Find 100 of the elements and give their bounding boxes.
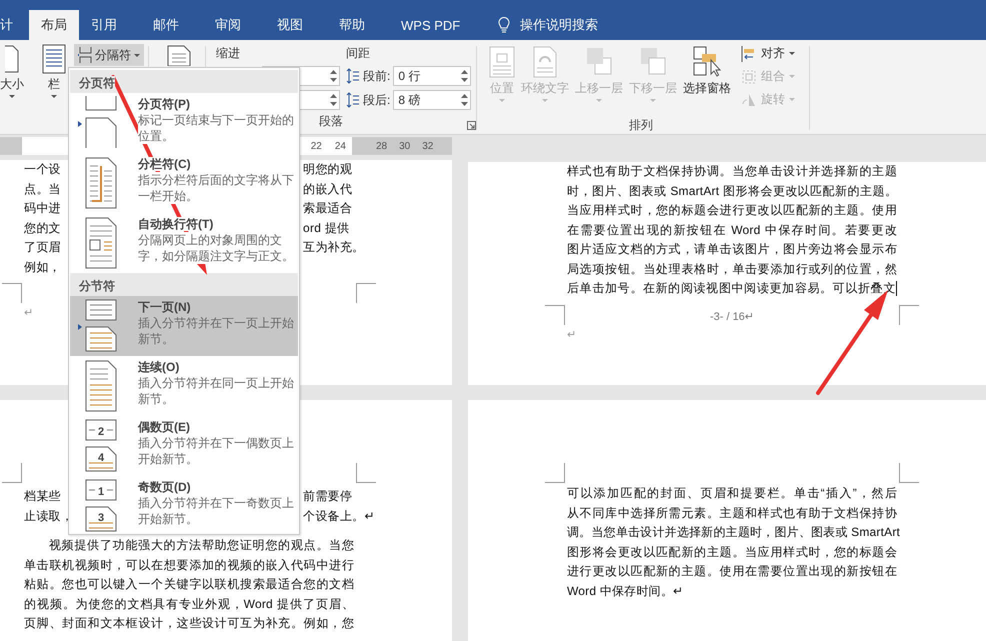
- body-text: 进行更改以匹配新的主题。使用在需要位置出现的新按钮在: [567, 563, 897, 580]
- menu-item[interactable]: 2 4 偶数页(E) 插入分节符并在下一偶数页上 开始新节。: [70, 416, 298, 476]
- body-text: 样式也有助于文档保持协调。当您单击设计并选择新的主题: [567, 163, 897, 180]
- body-text: 您的文: [24, 220, 61, 236]
- corner-mark: [899, 463, 919, 483]
- paragraph-mark: ↵: [567, 328, 576, 340]
- dialog-launcher-icon[interactable]: [467, 121, 476, 130]
- corner-mark: [2, 463, 22, 483]
- body-text: 在需要位置出现的新按钮在 Word 中保存时间。若要更改: [567, 222, 897, 238]
- menu-item-description: 插入分节符并在下一奇数页上: [138, 495, 294, 511]
- menu-item-title: 偶数页(E): [138, 420, 190, 434]
- menu-item-title: 下一页(N): [138, 300, 191, 314]
- menu-item-title: 分栏符(C): [138, 157, 191, 171]
- ribbon-tab[interactable]: 审阅: [203, 10, 253, 40]
- group-icon: [741, 68, 757, 84]
- menu-item[interactable]: 分栏符(C) 指示分栏符后面的文字将从下 一栏开始。: [70, 153, 298, 213]
- page-number-footer: -3- / 16↵: [565, 304, 899, 322]
- spacing-icon: [346, 68, 360, 84]
- spinner-arrows-icon[interactable]: [330, 69, 337, 83]
- corner-mark: [356, 463, 376, 483]
- ruler-number: 28: [376, 140, 388, 152]
- menu-item[interactable]: 分页符(P) 标记一页结束与下一页开始的 位置。: [70, 93, 298, 153]
- body-text: 码中进: [24, 200, 61, 217]
- field-label: 段前:: [363, 68, 390, 84]
- menu-item-title: 分页符(P): [138, 97, 190, 111]
- corner-mark: [2, 283, 22, 303]
- menu-item-description: 指示分栏符后面的文字将从下: [138, 172, 294, 188]
- arrange-button[interactable]: 选择窗格: [681, 42, 733, 117]
- body-text: 页脚、封面和文本框设计，这些设计可互为补充。例如，您: [24, 615, 354, 632]
- body-text: ord 提供: [303, 220, 350, 236]
- tell-me-search[interactable]: 操作说明搜索: [498, 10, 598, 40]
- menu-item-title: 连续(O): [138, 360, 180, 374]
- menu-item-title: 奇数页(D): [138, 480, 191, 494]
- field-label: 段后:: [363, 92, 390, 108]
- columns-button[interactable]: 栏: [40, 40, 68, 134]
- body-text: 时，图片、图表或 SmartArt 图形将会更改以匹配新的主题。: [567, 182, 897, 200]
- body-text: 的视频。为使您的文档具有专业外观，Word 提供了页眉、: [24, 596, 354, 612]
- body-text: 单击联机视频时，可以在想要添加的视频的嵌入代码中进行: [24, 556, 354, 574]
- spinner-arrows-icon[interactable]: [461, 93, 468, 107]
- corner-mark: [545, 463, 565, 483]
- rotate-icon: [741, 92, 757, 108]
- ribbon-tab[interactable]: WPS PDF: [389, 10, 472, 40]
- section-header-text: 分节符: [79, 279, 115, 293]
- size-button[interactable]: 大小: [0, 40, 26, 134]
- group-label: 段落: [319, 113, 343, 130]
- body-text: 互为补充。: [303, 239, 364, 256]
- body-text: Word 中保存时间。↵: [567, 582, 684, 600]
- body-text: 前需要停: [303, 488, 352, 505]
- align-icon: [741, 46, 757, 62]
- ribbon-tab[interactable]: 布局: [29, 10, 79, 40]
- menu-item-description: 插入分节符并在下一偶数页上: [138, 435, 294, 451]
- body-text: 档某些: [24, 488, 61, 505]
- body-text: 明您的观: [303, 161, 352, 178]
- body-text: 的嵌入代: [303, 180, 352, 198]
- body-text: 图片适应文档的方式，请单击该图片，图片旁边将会显示布: [567, 241, 897, 258]
- position-icon: [489, 46, 515, 78]
- spinner-arrows-icon[interactable]: [330, 93, 337, 107]
- lightbulb-icon: [498, 16, 510, 34]
- indent-label: 缩进: [216, 44, 241, 62]
- ribbon-tab[interactable]: 帮助: [327, 10, 377, 40]
- group-label: 排列: [629, 117, 654, 134]
- menu-item[interactable]: 自动换行符(T) 分隔网页上的对象周围的文 字，如分隔题注文字与正文。: [70, 213, 298, 273]
- body-text: 粘贴。您也可以键入一个关键字以联机搜索最适合您的文档: [24, 576, 354, 593]
- section-break-icon: [78, 96, 118, 149]
- menu-item-description: 插入分节符并在同一页上开始: [138, 375, 294, 391]
- body-text: 当应用样式时，您的标题会进行更改以匹配新的主题。使用: [567, 202, 897, 219]
- ribbon-tab[interactable]: 计: [0, 10, 25, 40]
- body-text: 了页眉: [24, 239, 61, 256]
- spacing-field[interactable]: 0 行: [393, 66, 472, 86]
- body-text: 从不同库中选择所需元素。主题和样式也有助于文档保持协: [567, 504, 897, 522]
- body-text: 索最适合: [303, 200, 352, 217]
- arrange-small-button[interactable]: 对齐: [741, 42, 795, 65]
- spacing-field[interactable]: 8 磅: [393, 90, 472, 110]
- section-header-text: 分页符: [79, 76, 115, 90]
- menu-item[interactable]: 连续(O) 插入分节符并在同一页上开始 新节。: [70, 356, 298, 416]
- menu-item-description: 插入分节符并在下一页上开始: [138, 315, 294, 331]
- body-text: 图形将会更改以匹配新的主题。当应用样式时，您的标题会: [567, 544, 897, 560]
- body-text: 个设备上。↵: [303, 508, 375, 524]
- ruler-number: 32: [422, 140, 434, 152]
- ribbon-tab[interactable]: 视图: [265, 10, 315, 40]
- body-text: 视频提供了功能强大的方法帮助您证明您的观点。当您: [48, 537, 354, 554]
- body-text: 一个设: [24, 161, 61, 178]
- ribbon-tab[interactable]: 引用: [79, 10, 129, 40]
- menu-item-title: 自动换行符(T): [138, 217, 214, 231]
- ruler-number: 30: [399, 140, 410, 152]
- menu-item[interactable]: 下一页(N) 插入分节符并在下一页上开始 新节。: [70, 296, 298, 356]
- menu-item-description: 标记一页结束与下一页开始的: [138, 112, 294, 128]
- columns-icon: [42, 44, 66, 74]
- body-text: 可以添加匹配的封面、页眉和提要栏。单击“插入”，然后: [567, 485, 897, 502]
- breaks-dropdown[interactable]: 分隔符: [74, 44, 144, 66]
- body-text: 例如，: [24, 258, 61, 276]
- corner-mark: [356, 283, 376, 303]
- corner-mark: [545, 304, 565, 324]
- spinner-arrows-icon[interactable]: [461, 69, 468, 83]
- page-break-icon: [78, 47, 92, 63]
- corner-mark: [899, 304, 919, 324]
- spacing-icon: [346, 92, 360, 108]
- ribbon-tab[interactable]: 邮件: [141, 10, 191, 40]
- ruler-number: 22: [310, 140, 322, 152]
- menu-item-description: 分隔网页上的对象周围的文: [138, 232, 282, 248]
